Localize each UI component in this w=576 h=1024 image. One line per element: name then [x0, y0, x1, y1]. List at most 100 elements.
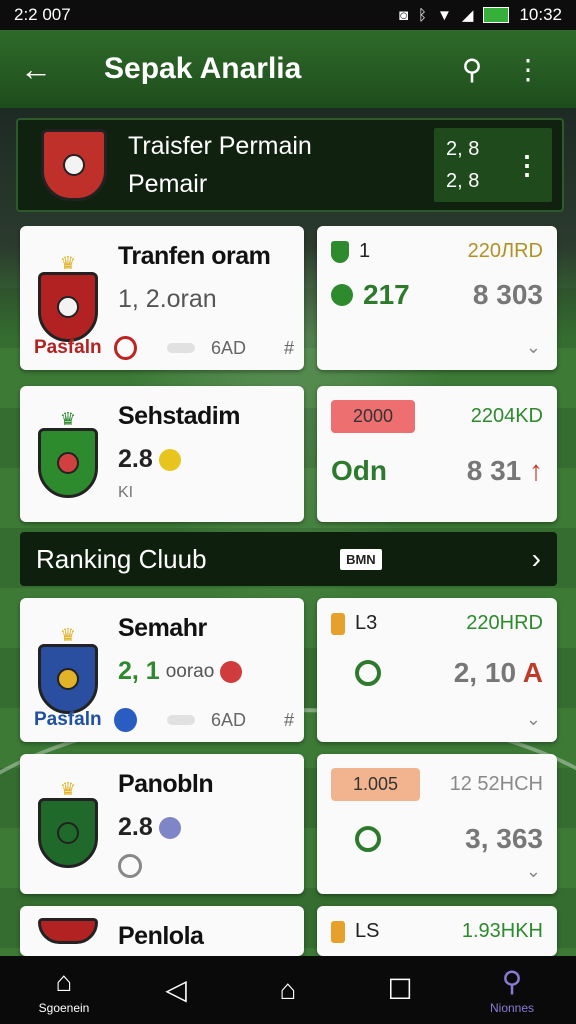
transfer-price: 12 52HCH [449, 773, 543, 795]
club-crest [30, 918, 106, 944]
bluetooth-icon: ᛒ [418, 6, 428, 24]
crest-shield-icon [38, 644, 98, 714]
stats-top-row: L3 220HRD [331, 612, 543, 635]
stats-top-row: 1.005 12 52HCH [331, 768, 543, 801]
card-footer: Pasfaln 6AD # [34, 708, 294, 732]
crest-shield-icon [38, 798, 98, 868]
stat-main: 1, 2.oran [118, 285, 217, 313]
player-name: Panobln [118, 770, 214, 798]
player-card[interactable]: ♛ Semahr 2, 1 oorao Pasfaln 6AD # [20, 598, 304, 742]
coin-icon [220, 660, 243, 683]
chevron-down-icon[interactable]: ⌄ [526, 861, 541, 882]
crown-icon: ♛ [59, 625, 77, 645]
status-ring-icon [355, 660, 381, 686]
ranking-club-bar[interactable]: Ranking Cluub BMN › [20, 532, 557, 586]
wifi-icon: ▼ [437, 6, 452, 24]
player-card[interactable]: ♛ Panobln 2.8 [20, 754, 304, 894]
status-icons: ◙ ᛒ ▼ ◢ 10:32 [399, 5, 562, 25]
stats-mid-right: 8 303 [472, 279, 543, 310]
ranking-label: Ranking Cluub [36, 543, 207, 574]
stats-card[interactable]: 1 220ЛRD 217 8 303 ⌄ [317, 226, 557, 370]
player-card[interactable]: ♛ Tranfen oram 1, 2.oran Pasfaln 6AD # [20, 226, 304, 370]
transfer-price: 1.93HKH [461, 920, 543, 942]
nav-home-system[interactable]: ⌂ [248, 973, 328, 1007]
coin-icon [158, 816, 181, 839]
crest-face-icon [63, 154, 85, 176]
club-ring-icon [114, 336, 137, 360]
battery-icon [483, 7, 510, 23]
trend-up-icon: ↑ [529, 455, 543, 486]
banner-texts: Traisfer Permain Pemair [112, 127, 434, 203]
banner-more-icon[interactable]: ⋮ [514, 149, 540, 181]
page-title: Sepak Anarlia [104, 52, 302, 85]
crest-face-icon [57, 296, 79, 318]
banner-score-top: 2, 8 [446, 138, 480, 160]
crown-icon: ♛ [59, 253, 77, 273]
stats-card[interactable]: L3 220HRD 2, 10 A ⌄ [317, 598, 557, 742]
player-stat: 1, 2.oran [118, 285, 294, 314]
banner-line-1: Traisfer Permain [128, 132, 312, 160]
back-triangle-icon: ◁ [165, 974, 187, 1005]
stats-mid-row: 217 8 303 [331, 279, 543, 311]
player-card[interactable]: Penlola [20, 906, 304, 956]
nav-search[interactable]: ⚲ Nionnes [472, 965, 552, 1015]
player-stat: 2.8 [118, 445, 294, 474]
status-bar: 2:2 007 ◙ ᛒ ▼ ◢ 10:32 [0, 0, 576, 30]
chevron-down-icon[interactable]: ⌄ [526, 709, 541, 730]
stats-mid-right-group: 8 31 ↑ [467, 455, 543, 487]
transfer-banner[interactable]: Traisfer Permain Pemair 2, 8 2, 8 ⋮ [16, 118, 564, 212]
rating-badge: 1.005 [331, 768, 421, 801]
stats-top-left: L3 [331, 612, 377, 635]
chevron-right-icon[interactable]: › [532, 543, 541, 575]
club-crest: ♛ [30, 398, 106, 510]
nav-home[interactable]: ⌂ Sgoenein [24, 965, 104, 1015]
rating-badge: 2000 [331, 400, 416, 433]
footer-text: 6AD [210, 709, 246, 730]
stats-top-left-text: L3 [355, 612, 378, 634]
coin-icon [158, 448, 181, 471]
banner-score-bottom: 2, 8 [446, 170, 480, 192]
card-info: Sehstadim 2.8 KI [106, 398, 294, 510]
bottom-navigation: ⌂ Sgoenein ◁ ⌂ ☐ ⚲ Nionnes [0, 956, 576, 1024]
stats-mid-right: 2, 10 [453, 657, 517, 688]
chevron-down-icon[interactable]: ⌄ [526, 337, 541, 358]
player-card[interactable]: ♛ Sehstadim 2.8 KI [20, 386, 304, 522]
stats-top-left: LS [331, 920, 379, 943]
back-arrow-icon[interactable]: ← [20, 51, 80, 88]
stats-top-left-text: LS [355, 920, 380, 942]
status-time: 2:2 007 [14, 5, 71, 24]
player-name: Tranfen oram [118, 242, 271, 270]
stats-top-left: 1 [331, 240, 370, 263]
status-clock: 10:32 [519, 5, 562, 24]
stats-card[interactable]: 1.005 12 52HCH 3, 363 ⌄ [317, 754, 557, 894]
club-ring-icon [114, 708, 137, 732]
nav-recents[interactable]: ☐ [360, 973, 440, 1007]
stats-mid-left-text: 217 [363, 279, 410, 310]
stats-mid-left: Odn [331, 455, 387, 486]
stats-card[interactable]: LS 1.93HKH [317, 906, 557, 956]
banner-club-crest [36, 129, 112, 201]
search-icon[interactable]: ⚲ [444, 53, 500, 86]
club-name: Pasfaln [34, 709, 102, 730]
crest-shield-icon [38, 428, 98, 498]
footer-extra: # [283, 337, 294, 358]
crown-icon: ♛ [59, 779, 77, 799]
tag-icon [331, 612, 345, 635]
tag-icon [331, 920, 345, 943]
stats-top-row: 2000 2204KD [331, 400, 543, 433]
nav-back[interactable]: ◁ [136, 973, 216, 1007]
status-ring-icon [118, 854, 142, 878]
ranking-tag: BMN [340, 548, 382, 570]
player-name: Semahr [118, 614, 207, 642]
stats-card[interactable]: 2000 2204KD Odn 8 31 ↑ [317, 386, 557, 522]
crest-face-icon [57, 822, 79, 844]
stats-mid-right-group: 2, 10 A [454, 657, 543, 689]
more-vert-icon[interactable]: ⋮ [500, 53, 556, 86]
stat-main: 2.8 [118, 813, 153, 841]
card-info: Panobln 2.8 [106, 766, 294, 882]
signal-icon: ◢ [461, 7, 474, 24]
crest-shield-icon [38, 272, 98, 342]
footer-text: KI [118, 484, 134, 501]
nav-home-label: Sgoenein [38, 1001, 90, 1015]
crest-shield-icon [41, 129, 107, 201]
